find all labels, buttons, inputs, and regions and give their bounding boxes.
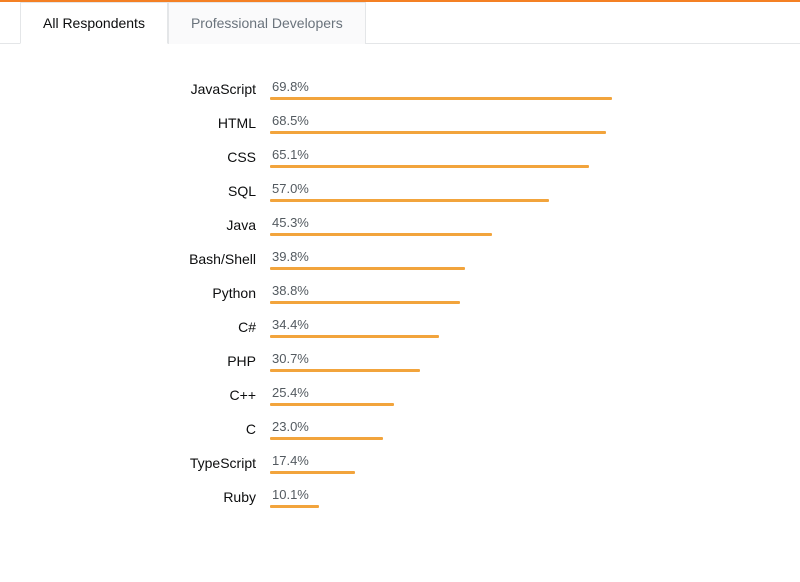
chart-row: CSS65.1% [25,147,775,168]
value-label: 10.1% [270,487,760,502]
tab-professional-developers[interactable]: Professional Developers [168,2,366,44]
chart-row: JavaScript69.8% [25,79,775,100]
bar-wrap: 30.7% [270,351,760,372]
bar-wrap: 10.1% [270,487,760,508]
bar-wrap: 25.4% [270,385,760,406]
value-label: 38.8% [270,283,760,298]
category-label: C++ [25,385,270,403]
bar [270,301,460,304]
category-label: PHP [25,351,270,369]
tab-label: Professional Developers [191,15,343,31]
bar [270,505,319,508]
value-label: 45.3% [270,215,760,230]
chart-row: Bash/Shell39.8% [25,249,775,270]
bar-wrap: 17.4% [270,453,760,474]
bar [270,131,606,134]
category-label: JavaScript [25,79,270,97]
value-label: 57.0% [270,181,760,196]
category-label: SQL [25,181,270,199]
bar [270,403,394,406]
bar [270,471,355,474]
value-label: 69.8% [270,79,760,94]
category-label: TypeScript [25,453,270,471]
bar-wrap: 39.8% [270,249,760,270]
chart-row: PHP30.7% [25,351,775,372]
bar-wrap: 38.8% [270,283,760,304]
chart-row: HTML68.5% [25,113,775,134]
chart-container: All Respondents Professional Developers … [0,0,800,582]
bar [270,97,612,100]
category-label: HTML [25,113,270,131]
tab-all-respondents[interactable]: All Respondents [20,2,168,44]
tab-label: All Respondents [43,15,145,31]
value-label: 65.1% [270,147,760,162]
bar [270,335,439,338]
category-label: Bash/Shell [25,249,270,267]
bar-wrap: 57.0% [270,181,760,202]
category-label: C [25,419,270,437]
chart-area: JavaScript69.8% HTML68.5% CSS65.1% SQL57.0%… [0,44,800,541]
bar [270,369,420,372]
chart-row: Python38.8% [25,283,775,304]
bar-wrap: 69.8% [270,79,760,100]
bar-wrap: 23.0% [270,419,760,440]
category-label: Ruby [25,487,270,505]
bar [270,437,383,440]
bar [270,267,465,270]
chart-row: Java45.3% [25,215,775,236]
value-label: 17.4% [270,453,760,468]
bar-wrap: 34.4% [270,317,760,338]
value-label: 23.0% [270,419,760,434]
value-label: 39.8% [270,249,760,264]
value-label: 25.4% [270,385,760,400]
category-label: C# [25,317,270,335]
bar [270,165,589,168]
category-label: Python [25,283,270,301]
chart-row: C#34.4% [25,317,775,338]
chart-row: C23.0% [25,419,775,440]
chart-row: Ruby10.1% [25,487,775,508]
value-label: 68.5% [270,113,760,128]
bar-wrap: 65.1% [270,147,760,168]
category-label: Java [25,215,270,233]
tabs-bar: All Respondents Professional Developers [0,1,800,44]
bar [270,199,549,202]
bar-wrap: 68.5% [270,113,760,134]
bar [270,233,492,236]
category-label: CSS [25,147,270,165]
bar-wrap: 45.3% [270,215,760,236]
chart-row: C++25.4% [25,385,775,406]
chart-row: SQL57.0% [25,181,775,202]
value-label: 34.4% [270,317,760,332]
chart-row: TypeScript17.4% [25,453,775,474]
value-label: 30.7% [270,351,760,366]
